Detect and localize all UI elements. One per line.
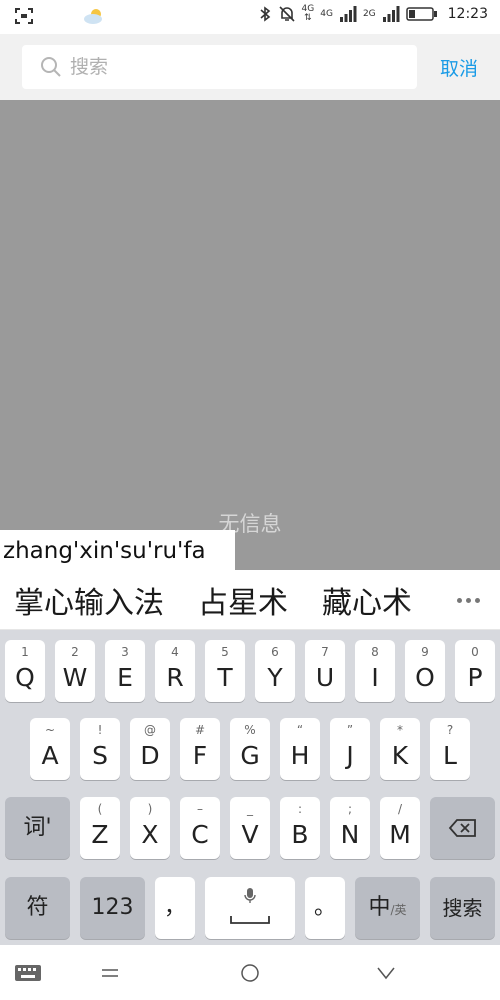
key-n[interactable]: ; N (330, 797, 370, 859)
key-a[interactable]: ~ A (30, 718, 70, 780)
key-z[interactable]: (Z (80, 797, 120, 859)
segment-word-key[interactable]: 词' (5, 797, 70, 859)
key-f[interactable]: # F (180, 718, 220, 780)
more-candidates-button[interactable] (436, 570, 500, 629)
key-b[interactable]: :B (280, 797, 320, 859)
status-bar: 4G ⇅ 4G 2G 12:23 (0, 0, 500, 34)
microphone-icon (244, 888, 256, 903)
key-r[interactable]: 4R (155, 640, 195, 702)
search-header: 取消 (0, 34, 500, 100)
search-box[interactable] (22, 45, 417, 89)
backspace-icon (448, 819, 476, 837)
chevron-down-icon (377, 967, 395, 979)
mute-bell-icon (278, 6, 295, 22)
battery-icon (405, 7, 437, 21)
search-icon (41, 57, 61, 77)
signal-icon-2 (382, 6, 400, 22)
bluetooth-icon (260, 6, 270, 22)
key-s[interactable]: ! S (80, 718, 120, 780)
candidate-item[interactable]: 藏心术 (322, 578, 412, 622)
key-v[interactable]: _ V (230, 797, 270, 859)
keyboard-toggle-button[interactable] (8, 945, 48, 1000)
key-u[interactable]: 7U (305, 640, 345, 702)
backspace-key[interactable] (430, 797, 495, 859)
weather-icon (84, 9, 102, 24)
keyboard-icon (15, 964, 41, 981)
cancel-button[interactable]: 取消 (440, 54, 478, 81)
screenshot-icon (15, 8, 33, 24)
key-t[interactable]: 5T (205, 640, 245, 702)
signal-icon (339, 6, 357, 22)
key-m[interactable]: / M (380, 797, 420, 859)
key-h[interactable]: “H (280, 718, 320, 780)
period-key[interactable]: 。 (305, 877, 345, 939)
dot-icon (474, 597, 480, 603)
home-circle-icon (241, 963, 259, 982)
status-time: 12:23 (447, 6, 488, 22)
key-c[interactable]: – C (180, 797, 220, 859)
home-button[interactable] (230, 945, 270, 1000)
search-key[interactable]: 搜索 (430, 877, 495, 939)
dot-icon (465, 597, 471, 603)
search-input[interactable] (70, 45, 400, 89)
key-g[interactable]: % G (230, 718, 270, 780)
key-q[interactable]: 1Q (5, 640, 45, 702)
dot-icon (456, 597, 462, 603)
key-w[interactable]: 2W (55, 640, 95, 702)
key-y[interactable]: 6Y (255, 640, 295, 702)
navigation-bar (0, 945, 500, 1000)
language-switch-key[interactable]: 中/英 (355, 877, 420, 939)
key-i[interactable]: 8I (355, 640, 395, 702)
network-4g-label: 4G (320, 8, 333, 19)
key-j[interactable]: ” J (330, 718, 370, 780)
key-x[interactable]: ) X (130, 797, 170, 859)
menu-button[interactable] (90, 945, 130, 1000)
menu-icon (102, 968, 118, 977)
key-k[interactable]: * K (380, 718, 420, 780)
candidate-item[interactable]: 掌心输入法 (14, 578, 164, 622)
key-d[interactable]: @ D (130, 718, 170, 780)
space-key[interactable] (205, 877, 295, 939)
symbol-key[interactable]: 符 (5, 877, 70, 939)
candidate-item[interactable]: 占星术 (198, 578, 288, 622)
key-o[interactable]: 9O (405, 640, 445, 702)
key-l[interactable]: ? L (430, 718, 470, 780)
comma-key[interactable]: ， (155, 877, 195, 939)
candidate-bar: 掌心输入法 占星术 藏心术 (0, 570, 500, 630)
ime-composition-text: zhang'xin'su'ru'fa (0, 530, 235, 570)
network-4g-indicator: 4G ⇅ (301, 4, 315, 23)
keyboard: 1Q 2W 3E 4R 5T 6Y 7U 8I 9O 0P ~ A ! S @ D #… (0, 630, 500, 945)
key-p[interactable]: 0P (455, 640, 495, 702)
network-2g-label: 2G (362, 8, 376, 19)
space-bar-icon (230, 916, 270, 924)
key-e[interactable]: 3E (105, 640, 145, 702)
back-button[interactable] (366, 945, 406, 1000)
number-key[interactable]: 123 (80, 877, 145, 939)
results-area: 无信息 (0, 100, 500, 570)
